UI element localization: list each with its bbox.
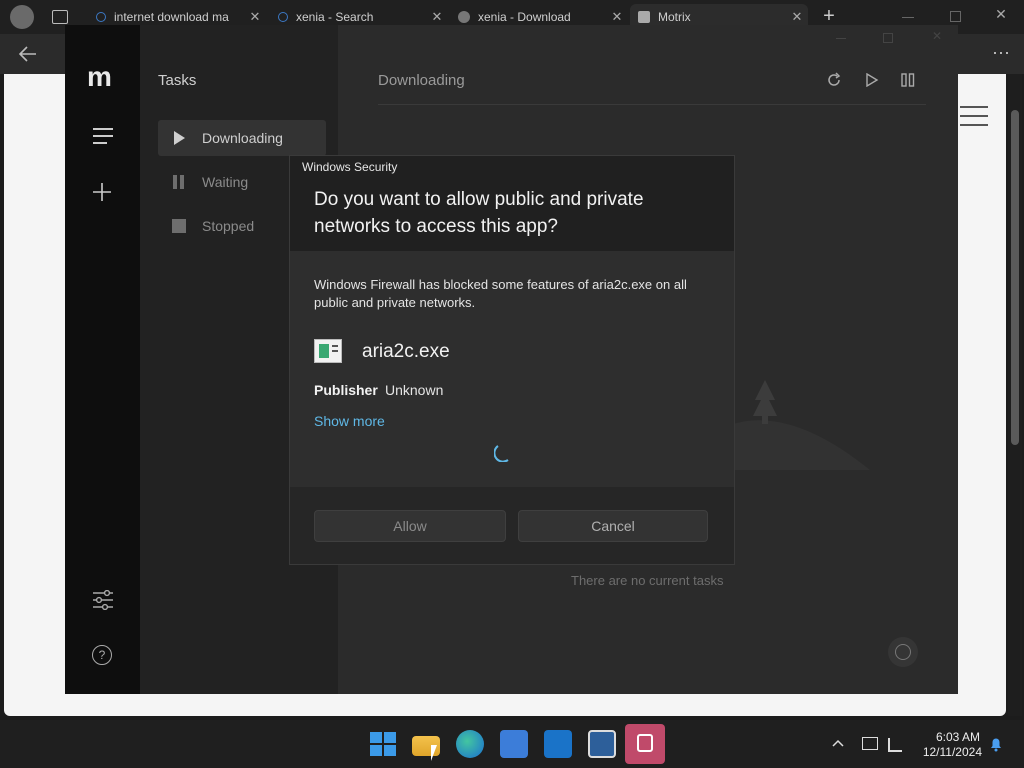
- search-favicon-icon: [278, 12, 288, 22]
- motrix-maximize-icon[interactable]: [883, 33, 893, 43]
- settings-menu-icon[interactable]: ···: [990, 43, 1012, 64]
- tray-chevron-up-icon[interactable]: [831, 738, 845, 748]
- dialog-message: Windows Firewall has blocked some featur…: [314, 277, 687, 310]
- tab-label: xenia - Download: [478, 10, 571, 24]
- minimize-window-icon[interactable]: [902, 17, 914, 18]
- refresh-icon[interactable]: [826, 72, 842, 88]
- cancel-button[interactable]: Cancel: [518, 510, 708, 542]
- close-tab-icon[interactable]: ✕: [244, 9, 266, 25]
- close-window-icon[interactable]: ✕: [992, 6, 1010, 26]
- show-more-link[interactable]: Show more: [314, 413, 385, 429]
- motrix-logo: m: [87, 61, 112, 92]
- motrix-favicon-icon: [638, 11, 650, 23]
- nav-item-label: Waiting: [202, 174, 249, 190]
- dialog-heading: Do you want to allow public and private …: [314, 189, 644, 237]
- app-name: aria2c.exe: [362, 341, 450, 362]
- store-icon[interactable]: [500, 730, 528, 758]
- empty-state-illustration: [730, 380, 870, 470]
- nav-item-downloading[interactable]: Downloading: [158, 120, 326, 156]
- app-icon: [314, 339, 342, 363]
- play-icon: [174, 131, 185, 145]
- restore-window-icon[interactable]: [950, 11, 961, 22]
- close-tab-icon[interactable]: ✕: [426, 9, 448, 25]
- sidebar-title: Tasks: [158, 72, 197, 89]
- add-task-icon[interactable]: [92, 182, 112, 202]
- resume-all-icon[interactable]: [865, 73, 879, 87]
- dialog-caption: Windows Security: [302, 160, 398, 174]
- start-windows-icon[interactable]: [368, 730, 396, 758]
- back-arrow-icon[interactable]: [18, 45, 38, 63]
- search-favicon-icon: [96, 12, 106, 22]
- close-tab-icon[interactable]: ✕: [786, 9, 808, 25]
- nav-item-label: Stopped: [202, 218, 255, 234]
- volume-tray-icon[interactable]: [888, 738, 902, 752]
- loading-spinner-icon: [494, 445, 509, 462]
- close-tab-icon[interactable]: ✕: [606, 9, 628, 25]
- tab-label: Motrix: [658, 10, 691, 24]
- menu-icon[interactable]: [93, 128, 113, 144]
- tab-label: xenia - Search: [296, 10, 374, 24]
- empty-state-text: There are no current tasks: [571, 573, 724, 588]
- allow-button[interactable]: Allow: [314, 510, 506, 542]
- stop-icon: [172, 219, 186, 233]
- pause-icon: [173, 175, 184, 189]
- nav-item-label: Downloading: [202, 130, 283, 146]
- main-title: Downloading: [378, 72, 465, 89]
- clock-date[interactable]: 12/11/2024: [912, 745, 982, 759]
- publisher-label: Publisher: [314, 382, 378, 398]
- outlook-icon[interactable]: [544, 730, 572, 758]
- network-tray-icon[interactable]: [862, 737, 878, 750]
- edge-browser-icon[interactable]: [456, 730, 484, 758]
- cursor-arrow-icon: [431, 745, 437, 761]
- tab-label: internet download ma: [114, 10, 229, 24]
- preferences-icon[interactable]: [92, 590, 114, 610]
- github-favicon-icon: [458, 11, 470, 23]
- help-icon[interactable]: ?: [92, 645, 112, 665]
- notification-bell-icon[interactable]: [988, 736, 1004, 752]
- speedometer-icon[interactable]: [888, 637, 918, 667]
- motrix-taskbar-icon[interactable]: [625, 724, 665, 764]
- motrix-minimize-icon[interactable]: [836, 38, 846, 39]
- pause-all-icon[interactable]: [901, 73, 915, 87]
- tab-actions-icon[interactable]: [52, 10, 68, 24]
- app-window-icon[interactable]: [588, 730, 616, 758]
- clock-time[interactable]: 6:03 AM: [918, 730, 980, 744]
- motrix-close-icon[interactable]: ✕: [930, 29, 944, 43]
- main-title-divider: [378, 104, 926, 105]
- page-scrollbar-thumb[interactable]: [1011, 110, 1019, 445]
- profile-avatar[interactable]: [10, 5, 34, 29]
- publisher-value: Unknown: [385, 382, 444, 398]
- page-hamburger-icon[interactable]: [960, 104, 988, 126]
